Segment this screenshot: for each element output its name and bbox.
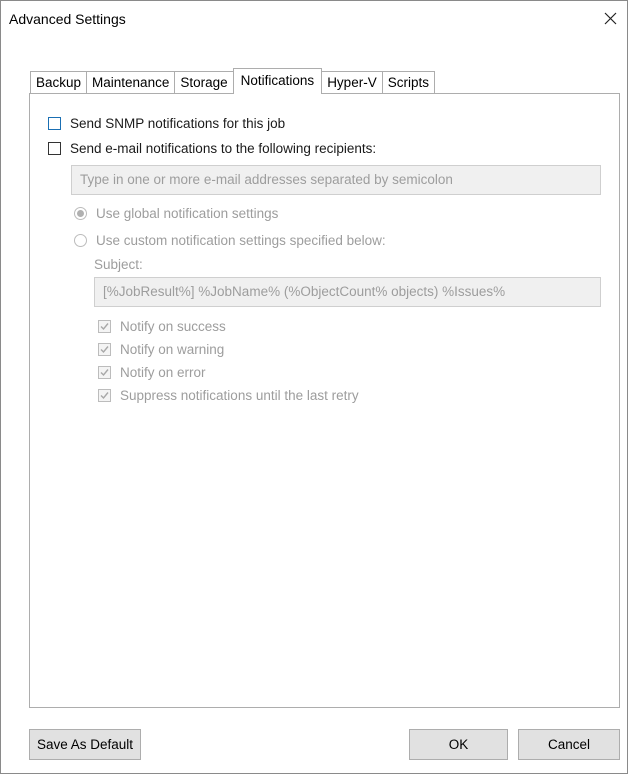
tab-backup[interactable]: Backup [30, 71, 88, 93]
snmp-checkbox[interactable] [48, 117, 61, 130]
recipients-input[interactable]: Type in one or more e-mail addresses sep… [71, 165, 601, 195]
notify-success-label: Notify on success [120, 319, 226, 334]
ok-button[interactable]: OK [409, 729, 508, 760]
notify-warning-row[interactable]: Notify on warning [98, 342, 224, 357]
tab-maintenance[interactable]: Maintenance [86, 71, 176, 93]
dialog-title: Advanced Settings [9, 11, 126, 27]
notify-warning-checkbox[interactable] [98, 343, 111, 356]
tab-hyper-v[interactable]: Hyper-V [321, 71, 383, 93]
email-checkbox[interactable] [48, 142, 61, 155]
subject-input[interactable]: [%JobResult%] %JobName% (%ObjectCount% o… [94, 277, 601, 307]
suppress-notifications-label: Suppress notifications until the last re… [120, 388, 359, 403]
cancel-button[interactable]: Cancel [518, 729, 620, 760]
suppress-notifications-row[interactable]: Suppress notifications until the last re… [98, 388, 359, 403]
notify-warning-label: Notify on warning [120, 342, 225, 357]
global-settings-radio-label: Use global notification settings [96, 206, 279, 221]
tab-notifications[interactable]: Notifications [232, 68, 323, 94]
notify-success-checkbox[interactable] [98, 320, 111, 333]
snmp-checkbox-row[interactable]: Send SNMP notifications for this job [48, 116, 285, 131]
notify-success-row[interactable]: Notify on success [98, 319, 226, 334]
close-button[interactable] [593, 1, 627, 35]
global-settings-radio[interactable] [74, 207, 87, 220]
title-bar: Advanced Settings [1, 1, 627, 35]
email-checkbox-label: Send e-mail notifications to the followi… [70, 141, 377, 156]
email-checkbox-row[interactable]: Send e-mail notifications to the followi… [48, 141, 376, 156]
snmp-checkbox-label: Send SNMP notifications for this job [70, 116, 286, 131]
custom-settings-radio[interactable] [74, 234, 87, 247]
checkmark-icon [100, 346, 109, 354]
checkmark-icon [100, 369, 109, 377]
close-icon [604, 12, 616, 24]
checkmark-icon [100, 392, 109, 400]
advanced-settings-dialog: Advanced Settings Backup Maintenance Sto… [0, 0, 628, 774]
tab-strip: Backup Maintenance Storage Notifications… [30, 68, 435, 94]
global-settings-radio-row[interactable]: Use global notification settings [74, 206, 278, 221]
tab-storage[interactable]: Storage [174, 71, 234, 93]
subject-label: Subject: [94, 257, 143, 272]
notify-error-label: Notify on error [120, 365, 206, 380]
notify-error-checkbox[interactable] [98, 366, 111, 379]
radio-selected-dot [77, 210, 84, 217]
save-as-default-button[interactable]: Save As Default [29, 729, 141, 760]
tab-scripts[interactable]: Scripts [381, 71, 435, 93]
notify-error-row[interactable]: Notify on error [98, 365, 206, 380]
custom-settings-radio-label: Use custom notification settings specifi… [96, 233, 386, 248]
custom-settings-radio-row[interactable]: Use custom notification settings specifi… [74, 233, 386, 248]
suppress-notifications-checkbox[interactable] [98, 389, 111, 402]
checkmark-icon [100, 323, 109, 331]
